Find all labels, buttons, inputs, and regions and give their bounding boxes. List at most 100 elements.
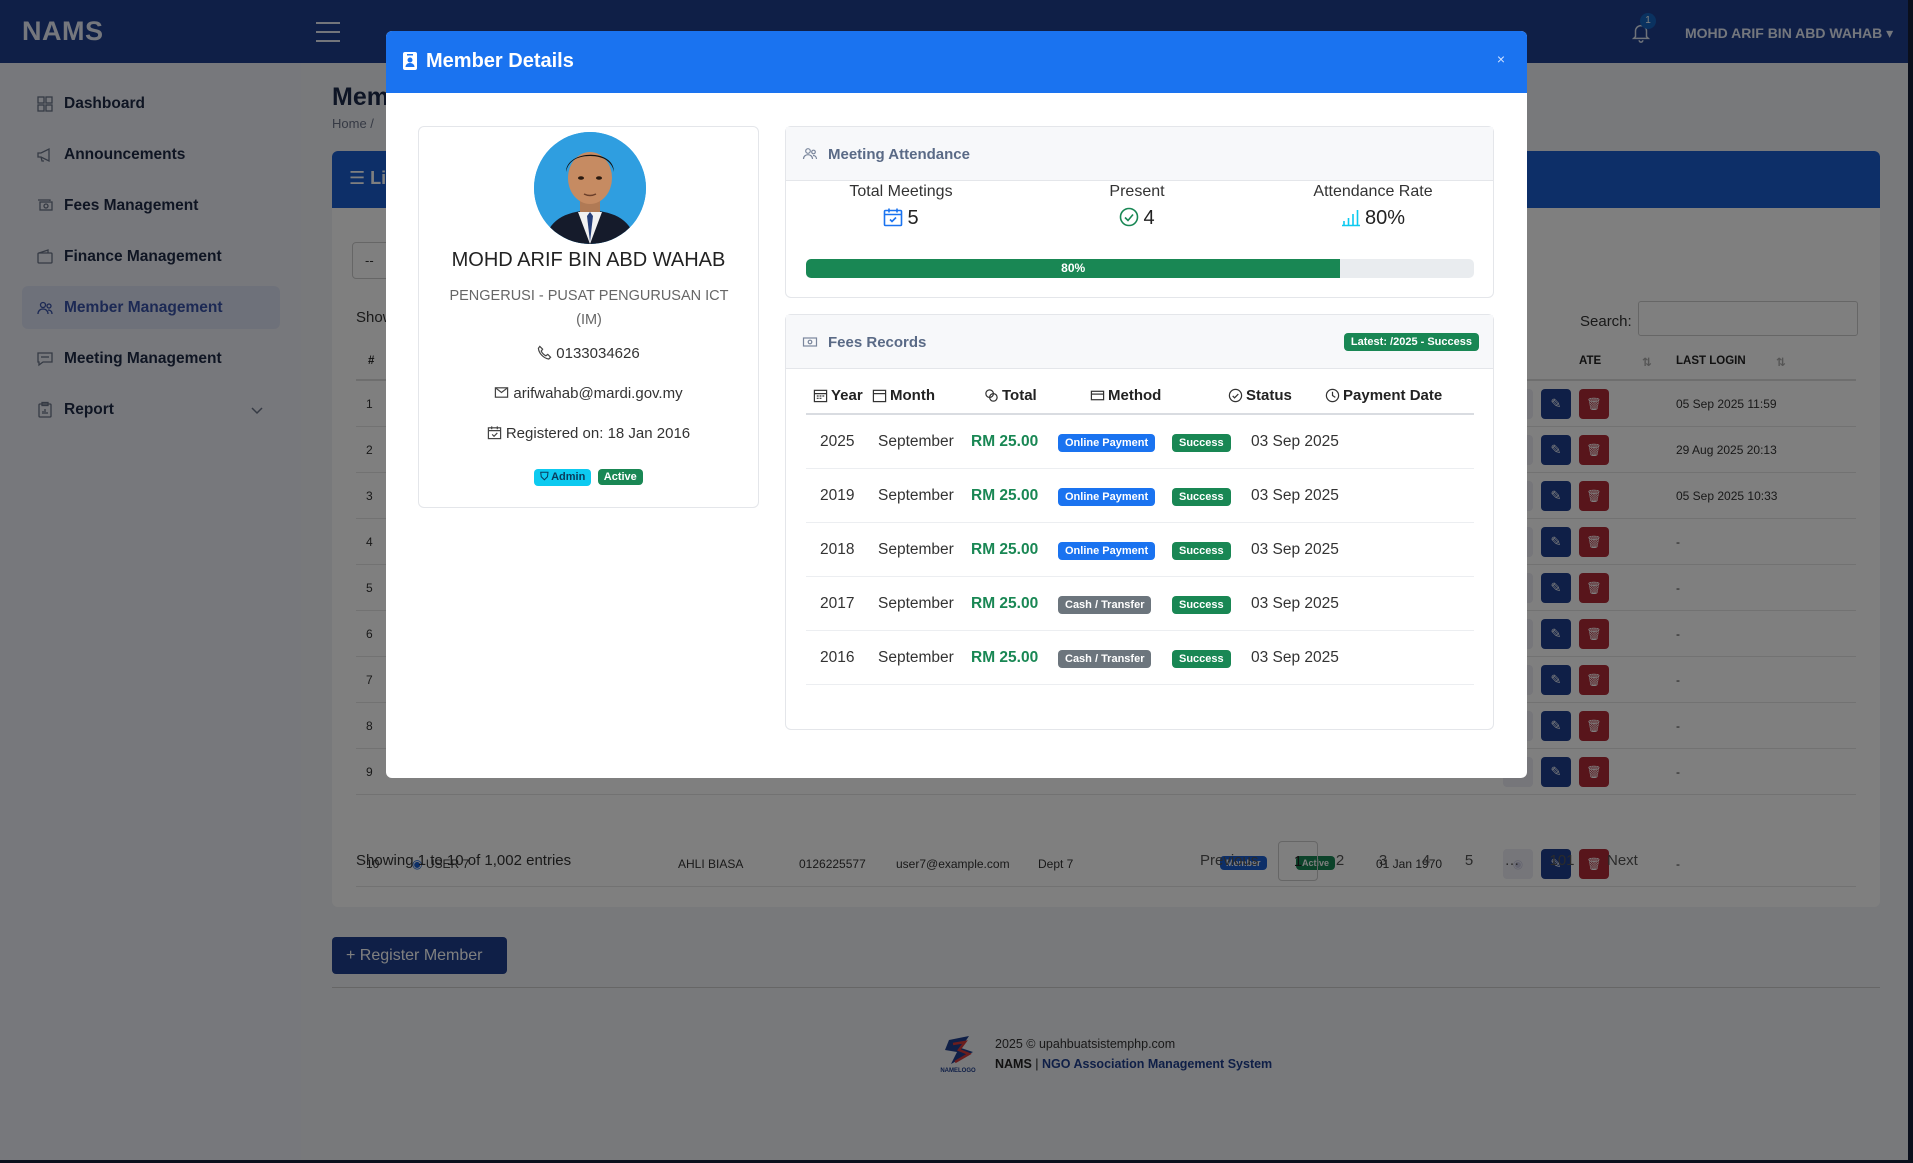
section-title: Meeting Attendance [828,146,970,163]
col-year-text: Year [831,387,863,404]
latest-fee-badge: Latest: /2025 - Success [1343,333,1479,351]
fee-status-badge: Success [1172,488,1231,506]
close-icon[interactable]: × [1497,51,1505,67]
fee-payment-date: 03 Sep 2025 [1251,649,1339,666]
col-date-text: Payment Date [1343,387,1443,404]
people-icon [802,148,818,160]
col-status-text: Status [1246,387,1292,404]
fee-row: 2025 September RM 25.00 Online Payment Succe… [806,415,1474,469]
stat-label: Present [1109,183,1165,200]
col-total-header: Total [984,387,1037,404]
shield-icon: ⛉ [540,471,549,483]
stat-value: 80% [1258,207,1488,230]
fee-year: 2019 [820,487,855,504]
admin-badge-text: Admin [551,471,586,483]
fee-method-badge: Cash / Transfer [1058,596,1152,614]
col-date-header: Payment Date [1325,387,1442,404]
active-badge: Active [597,469,643,485]
fee-status-badge: Success [1172,596,1231,614]
stat-value: 4 [1022,207,1252,230]
fee-month: September [878,649,954,666]
profile-registered: Registered on: 18 Jan 2016 [419,425,758,442]
fee-method-badge: Online Payment [1058,434,1156,452]
fee-method-badge: Online Payment [1058,542,1156,560]
stat-total-meetings: Total Meetings 5 [786,183,1016,230]
profile-name: MOHD ARIF BIN ABD WAHAB [451,249,726,271]
col-method-header: Method [1090,387,1161,404]
attendance-progress-bar: 80% [806,259,1474,278]
fee-total: RM 25.00 [971,433,1039,450]
member-details-modal: Member Details × MOHD ARIF BIN ABD WAHAB… [386,31,1527,778]
col-year-header: Year [813,387,863,404]
fee-month: September [878,541,954,558]
profile-phone-text: 0133034626 [556,345,640,362]
fee-method-badge: Online Payment [1058,488,1156,506]
telephone-icon [538,345,552,360]
fee-total: RM 25.00 [971,541,1039,558]
fee-total: RM 25.00 [971,487,1039,504]
fee-row: 2019 September RM 25.00 Online Payment Succe… [806,469,1474,523]
fee-total: RM 25.00 [971,595,1039,612]
fee-payment-date: 03 Sep 2025 [1251,433,1339,450]
section-title: Fees Records [828,334,927,351]
check-circle-icon [1228,388,1243,403]
fee-method-badge: Cash / Transfer [1058,650,1152,668]
modal-header: Member Details × [386,31,1527,93]
fee-year: 2018 [820,541,855,558]
fee-total: RM 25.00 [971,649,1039,666]
stat-attendance-rate: Attendance Rate 80% [1258,183,1488,230]
stat-label: Attendance Rate [1313,183,1433,200]
attendance-rate-value: 80% [1364,207,1406,229]
envelope-icon [495,387,509,398]
fee-status-badge: Success [1172,542,1231,560]
section-header: Fees Records Latest: /2025 - Success [786,315,1493,369]
modal-title: Member Details [426,50,574,72]
fee-status-badge: Success [1172,434,1231,452]
col-status-header: Status [1228,387,1292,404]
profile-email-text: arifwahab@mardi.gov.my [513,385,683,402]
check-circle-icon [1120,207,1139,227]
col-method-text: Method [1108,387,1162,404]
col-total-text: Total [1002,387,1037,404]
col-month-text: Month [890,387,935,404]
total-meetings-value: 5 [907,207,919,229]
avatar [534,132,646,244]
fee-payment-date: 03 Sep 2025 [1251,595,1339,612]
person-badge-icon [403,52,417,70]
meeting-attendance-card: Meeting Attendance Total Meetings 5 Pres… [785,126,1494,298]
calendar-check-icon [884,208,903,227]
fee-row: 2018 September RM 25.00 Online Payment Succe… [806,523,1474,577]
fee-payment-date: 03 Sep 2025 [1251,541,1339,558]
credit-card-icon [1090,390,1105,401]
fee-row: 2016 September RM 25.00 Cash / Transfer Succ… [806,631,1474,685]
fee-month: September [878,487,954,504]
fees-table-header: Year Month Total Method Status Payment D… [806,373,1474,415]
col-month-header: Month [872,387,935,404]
profile-badges: ⛉ Admin Active [419,467,758,486]
attendance-progress-fill: 80% [806,259,1341,278]
clock-icon [1325,388,1340,403]
profile-role: PENGERUSI - PUSAT PENGURUSAN ICT (IM) [449,288,729,328]
profile-card: MOHD ARIF BIN ABD WAHAB PENGERUSI - PUSA… [418,126,759,508]
bar-chart-icon [1341,210,1360,227]
present-value: 4 [1143,207,1155,229]
profile-email: arifwahab@mardi.gov.my [419,385,758,402]
stat-label: Total Meetings [849,183,953,200]
calendar-icon [813,389,828,403]
fee-year: 2017 [820,595,855,612]
cash-icon [802,337,818,347]
calendar-icon [872,389,887,403]
window-frame [1908,0,1913,1163]
section-header: Meeting Attendance [786,127,1493,181]
admin-badge: ⛉ Admin [534,469,592,486]
stat-present: Present 4 [1022,183,1252,230]
fee-year: 2025 [820,433,855,450]
stat-value: 5 [786,207,1016,230]
calendar-check-icon [487,426,502,440]
fee-payment-date: 03 Sep 2025 [1251,487,1339,504]
fee-year: 2016 [820,649,855,666]
fee-row: 2017 September RM 25.00 Cash / Transfer Succ… [806,577,1474,631]
fee-status-badge: Success [1172,650,1231,668]
fee-month: September [878,595,954,612]
profile-phone: 0133034626 [419,345,758,362]
